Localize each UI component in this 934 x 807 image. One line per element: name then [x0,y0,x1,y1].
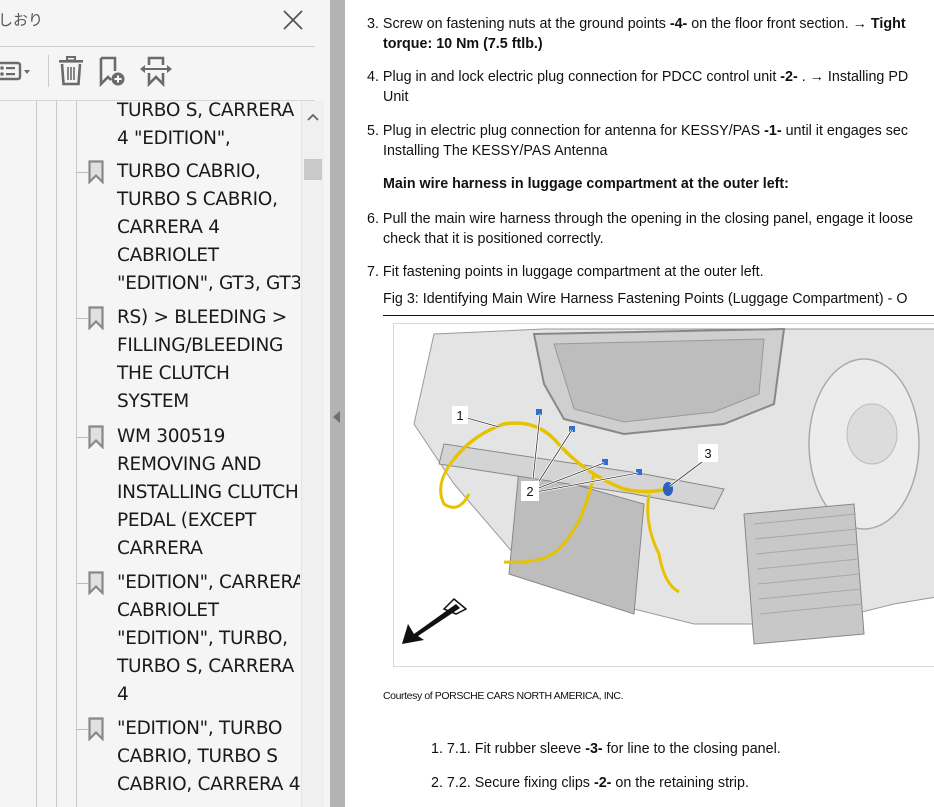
toolbar-separator [48,55,49,87]
panel-title: しおり [0,11,44,29]
tree-connector [76,318,88,319]
tree-guide-line [36,101,37,807]
scroll-up-arrow-icon[interactable] [305,109,321,125]
collapse-panel-icon[interactable] [333,411,340,423]
tree-connector [76,437,88,438]
caption-rule [383,315,934,316]
bookmark-item[interactable]: TURBO CABRIO, TURBO S CABRIO, CARRERA 4 … [76,158,300,298]
bookmark-icon [88,425,104,449]
close-panel-button[interactable] [281,8,305,32]
bookmarks-toolbar [0,47,315,101]
tree-connector [76,729,88,730]
callout-1: 1 [456,408,463,423]
step-7: 7. Fit fastening points in luggage compa… [367,264,764,280]
panel-header: しおり [0,0,315,47]
link-installing-pdcc[interactable]: . → Installing PD [798,69,908,85]
close-icon [283,10,303,30]
wire-harness-figure: 1 2 3 [393,323,934,667]
step-4: 4. Plug in and lock electric plug connec… [367,69,909,85]
step-5: 5. Plug in electric plug connection for … [367,123,908,139]
tree-connector [76,583,88,584]
bookmark-item[interactable]: RS) > BLEEDING > FILLING/BLEEDING THE CL… [76,304,300,416]
list-options-icon [0,61,30,81]
bookmarks-tree: TURBO S, CARRERA 4 "EDITION", TURBO CABR… [0,101,300,807]
step-3: 3. Screw on fastening nuts at the ground… [367,16,906,32]
bookmark-add-icon [99,56,125,87]
callout-3: 3 [704,446,711,461]
bookmark-label: TURBO CABRIO, TURBO S CABRIO, CARRERA 4 … [117,161,300,294]
tree-connector [76,172,88,173]
bookmarks-scrollbar[interactable] [301,101,324,807]
bookmark-item[interactable]: "EDITION", TURBO CABRIO, TURBO S CABRIO,… [76,715,300,805]
courtesy-text: Courtesy of PORSCHE CARS NORTH AMERICA, … [383,690,624,702]
direction-arrow-icon [402,597,468,644]
scroll-thumb[interactable] [304,159,322,180]
bookmark-label: "EDITION", TURBO CABRIO, TURBO S CABRIO,… [117,718,300,795]
bookmark-label: "EDITION", CARRERA CABRIOLET "EDITION", … [117,572,300,705]
car-front-illustration: 1 2 3 [402,327,934,645]
bookmark-item[interactable]: WM 300519 REMOVING AND INSTALLING CLUTCH… [76,423,300,563]
bookmark-label: TURBO S, CARRERA 4 "EDITION", [117,101,294,149]
options-menu-button[interactable] [0,55,36,87]
bookmark-icon [88,571,104,595]
substep-7-1: 1. 7.1. Fit rubber sleeve -3- for line t… [431,741,781,757]
bookmark-label: WM 300519 REMOVING AND INSTALLING CLUTCH… [117,426,299,559]
section-heading: Main wire harness in luggage compartment… [383,176,789,192]
chevron-down-icon [24,70,30,74]
document-page: 3. Screw on fastening nuts at the ground… [345,0,934,807]
bookmark-item[interactable]: TURBO S, CARRERA 4 "EDITION", [76,101,300,153]
bookmark-icon [88,717,104,741]
step-6: 6. Pull the main wire harness through th… [367,211,914,227]
step-4-line2[interactable]: Unit [383,87,408,107]
substep-7-2: 2. 7.2. Secure fixing clips -2- on the r… [431,775,749,791]
tree-guide-line [56,101,57,807]
bookmark-item[interactable]: "EDITION", CARRERA CABRIOLET "EDITION", … [76,569,300,709]
link-installing-kessy-antenna[interactable]: Installing The KESSY/PAS Antenna [383,141,607,161]
bookmark-label: RS) > BLEEDING > FILLING/BLEEDING THE CL… [117,307,287,412]
step-3-line2: torque: 10 Nm (7.5 ftlb.) [383,36,543,52]
bookmarks-panel: しおり TURBO S, CARRERA 4 "EDITION", TURBO … [0,0,330,807]
expand-bookmark-button[interactable] [139,55,173,87]
trash-icon [59,56,83,86]
panel-splitter[interactable] [330,0,345,807]
figure-caption: Fig 3: Identifying Main Wire Harness Fas… [383,291,908,307]
callout-2: 2 [526,484,533,499]
delete-bookmark-button[interactable] [57,55,85,87]
bookmark-expand-icon [140,56,172,87]
step-6-line2: check that it is positioned correctly. [383,231,604,247]
new-bookmark-button[interactable] [98,55,128,87]
bookmark-icon [88,160,104,184]
bookmark-icon [88,306,104,330]
